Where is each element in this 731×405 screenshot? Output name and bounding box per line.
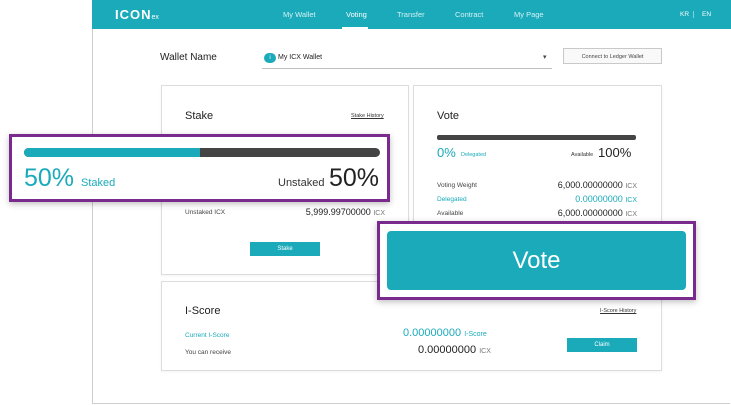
receive-value: 0.00000000 ICX <box>418 344 491 356</box>
lang-divider <box>693 11 694 18</box>
available-percent: 100% <box>598 145 632 160</box>
vote-progress-track <box>437 135 636 140</box>
delegated-label: Delegated <box>461 152 487 158</box>
vote-title: Vote <box>437 110 460 122</box>
connect-ledger-button[interactable]: Connect to Ledger Wallet <box>563 48 662 64</box>
nav-voting[interactable]: Voting <box>346 10 367 19</box>
unstaked-icx-label: Unstaked ICX <box>185 209 226 216</box>
iscore-title: I-Score <box>185 305 221 317</box>
chevron-down-icon[interactable]: ▾ <box>543 53 547 61</box>
available-row-label: Available <box>437 210 464 217</box>
available-row-value: 6,000.00000000 ICX <box>557 208 637 218</box>
unstaked-icx-value: 5,999.99700000 ICX <box>305 207 385 217</box>
unstaked-label: Unstaked <box>278 177 325 189</box>
staked-label: Staked <box>81 177 116 189</box>
wallet-selected-value[interactable]: My ICX Wallet <box>278 54 322 61</box>
staked-percent: 50% <box>24 164 75 192</box>
nav-transfer[interactable]: Transfer <box>397 10 425 19</box>
lang-kr[interactable]: KR <box>680 11 689 18</box>
active-tab-indicator <box>342 27 368 29</box>
unstaked-percent: 50% <box>329 164 380 192</box>
current-iscore-value: 0.00000000 I-Score <box>403 327 487 339</box>
stake-button[interactable]: Stake <box>250 242 320 256</box>
lang-en[interactable]: EN <box>702 11 711 18</box>
stake-progress-fill <box>24 148 200 157</box>
icon-ex-logo[interactable]: ICONex <box>115 7 159 22</box>
stake-history-link[interactable]: Stake History <box>351 113 384 119</box>
wallet-icon: i <box>264 53 276 63</box>
delegated-row-label: Delegated <box>437 196 467 203</box>
voting-weight-value: 6,000.00000000 ICX <box>557 180 637 190</box>
nav-my-wallet[interactable]: My Wallet <box>283 10 316 19</box>
iscore-history-link[interactable]: I-Score History <box>600 308 636 314</box>
stake-title: Stake <box>185 110 214 122</box>
current-iscore-label: Current I-Score <box>185 332 230 339</box>
claim-button[interactable]: Claim <box>567 338 637 352</box>
delegated-row-value: 0.00000000 ICX <box>575 194 637 204</box>
nav-contract[interactable]: Contract <box>455 10 483 19</box>
nav-my-page[interactable]: My Page <box>514 10 544 19</box>
you-can-receive-label: You can receive <box>185 349 232 356</box>
delegated-percent: 0% <box>437 145 456 160</box>
voting-weight-label: Voting Weight <box>437 182 477 189</box>
vote-button[interactable]: Vote <box>387 231 686 290</box>
wallet-name-label: Wallet Name <box>160 52 217 63</box>
available-label: Available <box>571 152 594 158</box>
